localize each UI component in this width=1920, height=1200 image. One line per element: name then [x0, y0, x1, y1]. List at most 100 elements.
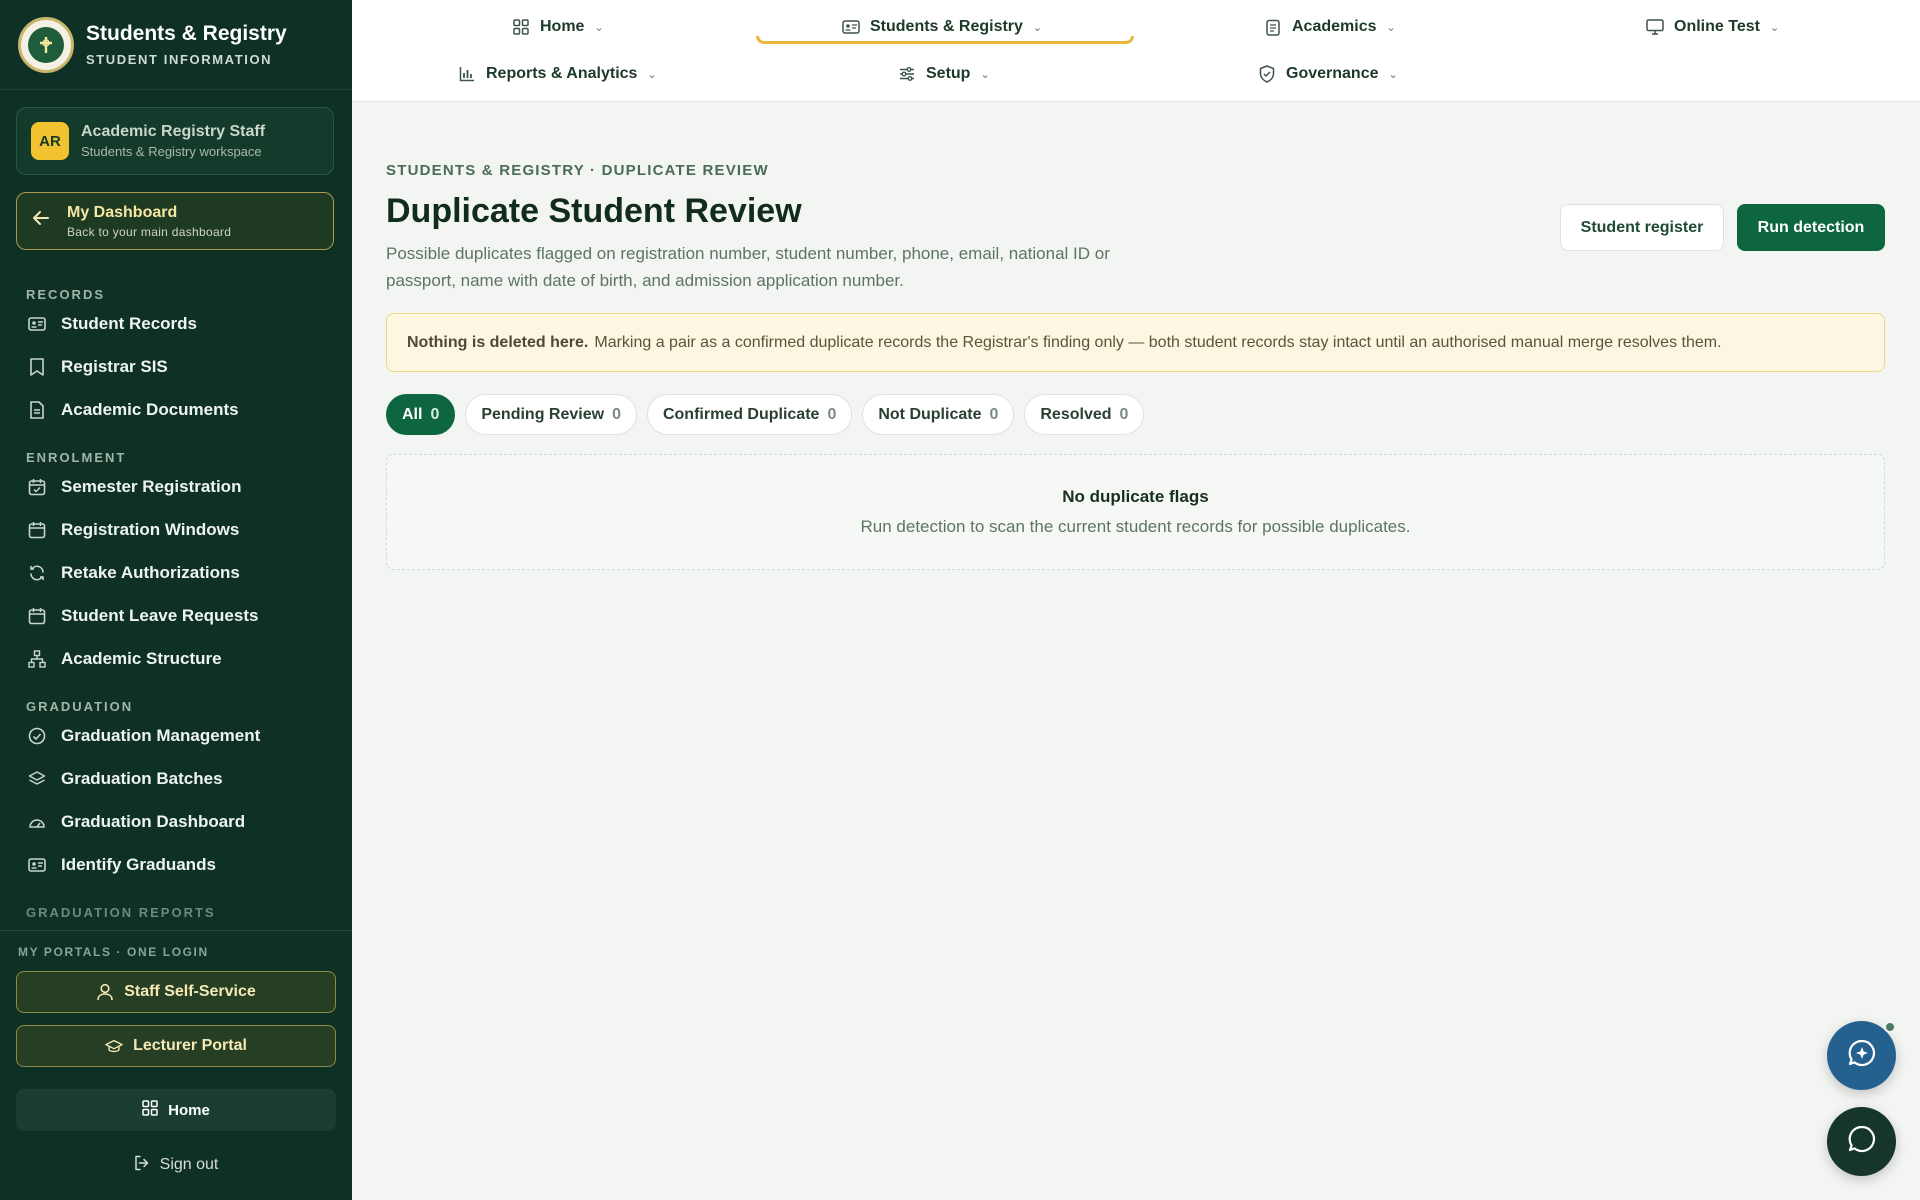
- chevron-down-icon: ⌄: [1032, 21, 1043, 34]
- topnav-setup[interactable]: Setup ⌄: [898, 59, 990, 89]
- monitor-icon: [1646, 18, 1664, 36]
- id-card-icon: [28, 856, 46, 874]
- brand-title: Students & Registry: [86, 22, 287, 45]
- sidebar-item-label: Graduation Batches: [61, 768, 223, 788]
- my-dashboard-button[interactable]: My Dashboard Back to your main dashboard: [16, 192, 334, 250]
- sidebar-item-academic-structure[interactable]: Academic Structure: [0, 637, 352, 680]
- topnav-governance-label: Governance: [1286, 65, 1379, 82]
- chevron-down-icon: ⌄: [1769, 21, 1780, 34]
- notice-text: Marking a pair as a confirmed duplicate …: [594, 333, 1722, 351]
- sidebar-item-label: Student Records: [61, 313, 198, 333]
- staff-self-service-label: Staff Self-Service: [124, 983, 256, 1000]
- sidebar-item-student-leave-requests[interactable]: Student Leave Requests: [0, 594, 352, 637]
- grid-icon: [512, 18, 530, 36]
- filter-resolved[interactable]: Resolved 0: [1024, 394, 1145, 435]
- topnav-academics[interactable]: Academics ⌄: [1264, 12, 1396, 42]
- page-title: Duplicate Student Review: [386, 192, 802, 230]
- sidebar-item-graduation-batches[interactable]: Graduation Batches: [0, 757, 352, 800]
- filter-count: 0: [989, 405, 999, 423]
- section-heading-graduation: GRADUATION: [26, 699, 134, 714]
- topnav-governance[interactable]: Governance ⌄: [1258, 59, 1398, 89]
- filter-confirmed-duplicate[interactable]: Confirmed Duplicate 0: [646, 394, 853, 435]
- filter-not-duplicate[interactable]: Not Duplicate 0: [862, 394, 1015, 435]
- sidebar-item-registrar-sis[interactable]: Registrar SIS: [0, 345, 352, 388]
- filter-pending-review[interactable]: Pending Review 0: [465, 394, 637, 435]
- sidebar-item-label: Graduation Management: [61, 725, 261, 745]
- refresh-icon: [28, 564, 46, 582]
- sidebar-item-identify-graduands[interactable]: Identify Graduands: [0, 843, 352, 886]
- document-icon: [28, 400, 46, 419]
- student-register-button[interactable]: Student register: [1560, 204, 1724, 251]
- sidebar-item-graduation-management[interactable]: Graduation Management: [0, 714, 352, 757]
- sidebar-item-label: Semester Registration: [61, 476, 242, 496]
- portals-panel: MY PORTALS · ONE LOGIN Staff Self-Servic…: [0, 930, 352, 1185]
- calendar-icon: [28, 607, 46, 625]
- info-notice: Nothing is deleted here. Marking a pair …: [386, 313, 1885, 372]
- sidebar-nav[interactable]: RECORDS Student Records Registrar SIS Ac…: [0, 268, 352, 930]
- shield-check-icon: [1258, 65, 1276, 83]
- topnav-students-label: Students & Registry: [870, 18, 1023, 35]
- sidebar-item-registration-windows[interactable]: Registration Windows: [0, 508, 352, 551]
- sign-out-label: Sign out: [159, 1156, 219, 1173]
- sidebar-item-semester-registration[interactable]: Semester Registration: [0, 465, 352, 508]
- portals-heading: MY PORTALS · ONE LOGIN: [18, 945, 209, 959]
- filter-count: 0: [612, 405, 621, 423]
- sidebar: Students & Registry STUDENT INFORMATION …: [0, 0, 352, 1200]
- run-detection-button[interactable]: Run detection: [1737, 204, 1885, 251]
- topnav-reports-label: Reports & Analytics: [486, 65, 638, 82]
- sidebar-item-label: Academic Documents: [61, 399, 239, 419]
- sidebar-item-student-records[interactable]: Student Records: [0, 302, 352, 345]
- chevron-down-icon: ⌄: [647, 68, 657, 81]
- layers-icon: [28, 770, 46, 788]
- dashboard-subtitle: Back to your main dashboard: [67, 224, 232, 239]
- topnav-home[interactable]: Home ⌄: [512, 12, 604, 42]
- chat-button[interactable]: [1827, 1107, 1896, 1176]
- sidebar-item-label: Graduation Dashboard: [61, 811, 246, 831]
- section-heading-graduation-reports: GRADUATION REPORTS: [26, 905, 216, 920]
- topnav-home-label: Home: [540, 18, 585, 35]
- staff-self-service-button[interactable]: Staff Self-Service: [16, 971, 336, 1013]
- sidebar-item-retake-authorizations[interactable]: Retake Authorizations: [0, 551, 352, 594]
- id-card-icon: [28, 315, 46, 333]
- id-card-icon: [842, 18, 860, 36]
- topnav-online-test[interactable]: Online Test ⌄: [1646, 12, 1779, 42]
- topnav-setup-label: Setup: [926, 65, 971, 82]
- sign-out-button[interactable]: Sign out: [0, 1145, 352, 1185]
- sidebar-item-label: Identify Graduands: [61, 854, 216, 874]
- lecturer-portal-button[interactable]: Lecturer Portal: [16, 1025, 336, 1067]
- hierarchy-icon: [28, 649, 46, 668]
- active-tab-indicator: [756, 36, 1134, 44]
- filter-count: 0: [430, 405, 440, 423]
- sidebar-item-label: Student Leave Requests: [61, 605, 259, 625]
- calendar-icon: [28, 521, 46, 539]
- avatar: AR: [31, 122, 69, 160]
- brand-subtitle: STUDENT INFORMATION: [86, 52, 273, 67]
- page-description: Possible duplicates flagged on registrat…: [386, 244, 1110, 290]
- filter-all[interactable]: All 0: [386, 394, 456, 435]
- filter-count: 0: [827, 405, 837, 423]
- graduation-cap-icon: [105, 1037, 123, 1055]
- topnav-online-test-label: Online Test: [1674, 18, 1760, 35]
- calendar-check-icon: [28, 478, 46, 496]
- section-heading-records: RECORDS: [26, 287, 106, 302]
- topnav-reports-analytics[interactable]: Reports & Analytics ⌄: [458, 59, 657, 89]
- user-card[interactable]: AR Academic Registry Staff Students & Re…: [16, 107, 334, 175]
- filter-label: Confirmed Duplicate: [662, 405, 820, 423]
- sidebar-home-button[interactable]: Home: [16, 1089, 336, 1131]
- sidebar-item-label: Retake Authorizations: [61, 562, 240, 582]
- sidebar-item-academic-documents[interactable]: Academic Documents: [0, 388, 352, 431]
- breadcrumb: STUDENTS & REGISTRY · DUPLICATE REVIEW: [386, 162, 769, 179]
- chevron-down-icon: ⌄: [594, 21, 604, 34]
- sidebar-item-graduation-dashboard[interactable]: Graduation Dashboard: [0, 800, 352, 843]
- dashboard-title: My Dashboard: [67, 203, 178, 221]
- top-navigation: Home ⌄ Students & Registry ⌄ Academics ⌄…: [352, 0, 1920, 102]
- topnav-academics-label: Academics: [1292, 18, 1377, 35]
- sliders-icon: [898, 65, 916, 83]
- filter-label: Resolved: [1040, 405, 1112, 423]
- chevron-down-icon: ⌄: [980, 68, 990, 81]
- section-heading-enrolment: ENROLMENT: [26, 450, 127, 465]
- sidebar-item-label: Registrar SIS: [61, 356, 168, 376]
- filter-label: All: [402, 405, 423, 423]
- notification-dot: [1884, 1021, 1896, 1033]
- check-circle-icon: [28, 727, 46, 745]
